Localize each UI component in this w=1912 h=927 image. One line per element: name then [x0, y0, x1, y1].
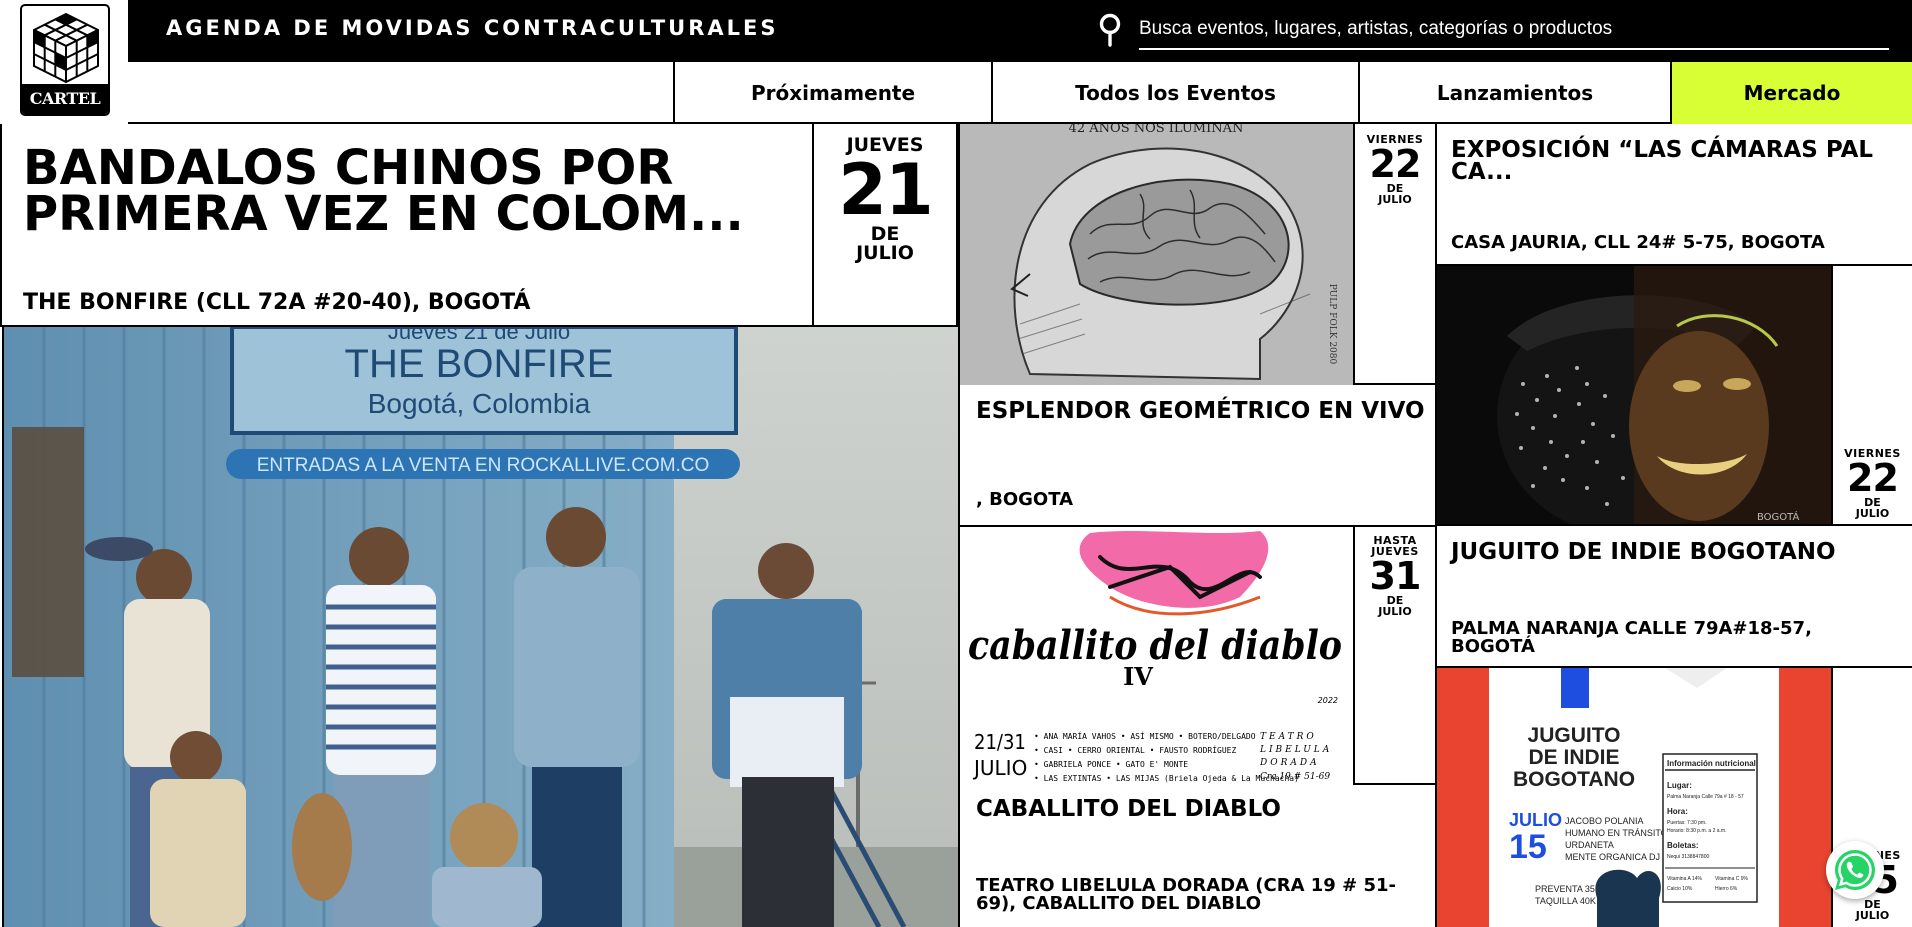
- featured-event-image[interactable]: Jueves 21 de Julio THE BONFIRE Bogotá, C…: [2, 327, 958, 927]
- poster-city-line: Bogotá, Colombia: [368, 388, 591, 419]
- caballito-venue-1: TEATRO: [1260, 732, 1317, 742]
- poster-tickets-line: ENTRADAS A LA VENTA EN ROCKALLIVE.COM.CO: [257, 455, 710, 476]
- search-input[interactable]: [1139, 10, 1889, 50]
- esplendor-event-image[interactable]: 42 AÑOS NOS ILUMINAN PULP FOLK 2080: [958, 124, 1353, 385]
- caballito-poster: caballito del diablo IV 2022 21/31 JULIO…: [960, 527, 1353, 785]
- nav-proximamente[interactable]: Próximamente: [673, 62, 991, 124]
- juguito-event-venue: PALMA NARANJA CALLE 79A#18-57, BOGOTÁ: [1451, 618, 1812, 657]
- caballito-poster-roman: IV: [1123, 662, 1153, 691]
- whatsapp-button[interactable]: [1826, 841, 1884, 899]
- caballito-venue-4: Cra 19 # 51-69: [1260, 772, 1330, 782]
- juguito-info-hora-value-2: Horario: 8:30 p.m. a 2 a.m.: [1667, 828, 1726, 834]
- esplendor-event-card[interactable]: ESPLENDOR GEOMÉTRICO EN VIVO , BOGOTA: [958, 385, 1435, 527]
- juguito-event-image[interactable]: JUGUITO DE INDIE BOGOTANO JULIO 15 JACOB…: [1435, 668, 1831, 927]
- juguito-lineup-2: HUMANO EN TRÁNSITO: [1565, 828, 1668, 838]
- juguito-lineup-3: URDANETA: [1565, 840, 1614, 850]
- juguito-info-hora: Hora:: [1667, 807, 1688, 816]
- caballito-poster-month: JULIO: [972, 756, 1027, 780]
- juguito-info-lugar: Lugar:: [1667, 781, 1692, 790]
- exposicion-date-box: VIERNES 22 DE JULIO: [1831, 266, 1912, 526]
- caballito-event-image[interactable]: caballito del diablo IV 2022 21/31 JULIO…: [958, 527, 1353, 785]
- juguito-info-vit-4: Hierro 6%: [1715, 886, 1738, 892]
- juguito-info-title: Información nutricional: [1667, 759, 1756, 768]
- juguito-lineup-1: JACOBO POLANIA: [1565, 816, 1644, 826]
- esplendor-poster-line: 42 AÑOS NOS ILUMINAN: [1069, 124, 1244, 136]
- location-pin-icon: [1099, 13, 1121, 47]
- esplendor-date-box: VIERNES 22 DE JULIO: [1353, 124, 1435, 385]
- caballito-event-venue: TEATRO LIBELULA DORADA (CRA 19 # 51- 69)…: [976, 875, 1396, 914]
- juguito-price-2: TAQUILLA 40K: [1535, 896, 1596, 906]
- featured-date-box: JUEVES 21 DE JULIO: [812, 124, 958, 327]
- caballito-poster-year: 2022: [1318, 696, 1338, 705]
- juguito-price-1: PREVENTA 35K: [1535, 884, 1601, 894]
- juguito-event-title[interactable]: JUGUITO DE INDIE BOGOTANO: [1451, 541, 1901, 564]
- juguito-poster-month: JULIO: [1509, 810, 1562, 830]
- exposicion-event-image[interactable]: BOGOTÁ: [1435, 266, 1831, 526]
- rubik-cube-icon: [33, 13, 99, 83]
- juguito-info-hora-value-1: Puertas: 7:30 pm.: [1667, 820, 1706, 826]
- exposicion-event-title[interactable]: EXPOSICIÓN “LAS CÁMARAS PAL CA...: [1451, 139, 1901, 184]
- poster-venue-line: THE BONFIRE: [345, 342, 614, 386]
- caballito-event-title[interactable]: CABALLITO DEL DIABLO: [976, 798, 1426, 821]
- juguito-info-boletas: Boletas:: [1667, 841, 1699, 850]
- nav-lanzamientos[interactable]: Lanzamientos: [1358, 62, 1670, 124]
- caballito-event-card[interactable]: CABALLITO DEL DIABLO TEATRO LIBELULA DOR…: [958, 785, 1435, 927]
- featured-event-date: JUEVES 21 DE JULIO: [838, 134, 933, 264]
- juguito-poster-day: 15: [1509, 828, 1547, 866]
- caballito-lineup-2: • CASI • CERRO ORIENTAL • FAUSTO RODRÍGU…: [1034, 744, 1236, 755]
- esplendor-event-date: VIERNES 22 DE JULIO: [1366, 133, 1424, 206]
- juguito-info-boletas-value: Nequi 3138847800: [1667, 854, 1709, 860]
- top-bar: AGENDA DE MOVIDAS CONTRACULTURALES: [128, 0, 1912, 62]
- main-nav: Próximamente Todos los Eventos Lanzamien…: [128, 62, 1912, 124]
- featured-event-title[interactable]: BANDALOS CHINOS POR PRIMERA VEZ EN COLOM…: [23, 144, 793, 238]
- site-logo[interactable]: CARTEL: [20, 4, 110, 116]
- anatomical-head-illustration: 42 AÑOS NOS ILUMINAN PULP FOLK 2080: [960, 124, 1353, 385]
- juguito-poster: JUGUITO DE INDIE BOGOTANO JULIO 15 JACOB…: [1437, 668, 1831, 927]
- caballito-event-date: HASTA JUEVES 31 DE JULIO: [1369, 534, 1422, 618]
- whatsapp-icon: [1835, 850, 1875, 890]
- juguito-poster-t2: DE INDIE: [1528, 746, 1619, 769]
- caballito-poster-script: caballito del diablo: [968, 622, 1342, 669]
- esplendor-event-title[interactable]: ESPLENDOR GEOMÉTRICO EN VIVO: [976, 400, 1426, 423]
- exposicion-event-date: VIERNES 22 DE JULIO: [1844, 447, 1901, 520]
- caballito-lineup-3: • GABRIELA PONCE • GATO E' MONTE: [1034, 760, 1188, 769]
- logo-text: CARTEL: [22, 84, 108, 114]
- featured-event-card[interactable]: BANDALOS CHINOS POR PRIMERA VEZ EN COLOM…: [0, 124, 814, 327]
- juguito-info-lugar-value: Palma Naranja Calle 79a # 18 - 57: [1667, 794, 1744, 800]
- esplendor-poster-side: PULP FOLK 2080: [1327, 284, 1337, 365]
- caballito-venue-2: LIBELULA: [1259, 745, 1332, 755]
- exposicion-event-venue: CASA JAURIA, CLL 24# 5-75, BOGOTA: [1451, 232, 1825, 253]
- juguito-poster-t1: JUGUITO: [1528, 724, 1621, 747]
- exposicion-event-card[interactable]: EXPOSICIÓN “LAS CÁMARAS PAL CA... CASA J…: [1435, 124, 1912, 266]
- caballito-lineup-1: • ANA MARÍA VAHOS • ASÍ MISMO • BOTERO/D…: [1034, 730, 1256, 741]
- featured-event-venue: THE BONFIRE (CLL 72A #20-40), BOGOTÁ: [23, 290, 531, 315]
- juguito-poster-t3: BOGOTANO: [1513, 768, 1635, 791]
- caballito-venue-3: DORADA: [1259, 758, 1320, 768]
- juguito-info-vit-2: Vitamina C 9%: [1715, 876, 1749, 882]
- juguito-event-card[interactable]: JUGUITO DE INDIE BOGOTANO PALMA NARANJA …: [1435, 524, 1912, 668]
- nav-mercado[interactable]: Mercado: [1670, 62, 1912, 124]
- nav-todos-los-eventos[interactable]: Todos los Eventos: [991, 62, 1358, 124]
- caballito-poster-dates: 21/31: [974, 730, 1026, 754]
- face-portrait-image: BOGOTÁ: [1437, 266, 1831, 526]
- band-photo: Jueves 21 de Julio THE BONFIRE Bogotá, C…: [4, 327, 958, 927]
- esplendor-event-venue: , BOGOTA: [976, 489, 1074, 510]
- caballito-date-box: HASTA JUEVES 31 DE JULIO: [1353, 527, 1435, 785]
- site-title: AGENDA DE MOVIDAS CONTRACULTURALES: [166, 16, 779, 40]
- exposicion-poster-corner: BOGOTÁ: [1757, 510, 1800, 523]
- juguito-info-vit-1: Vitamina A 14%: [1667, 876, 1702, 882]
- juguito-info-vit-3: Calcio 10%: [1667, 886, 1693, 892]
